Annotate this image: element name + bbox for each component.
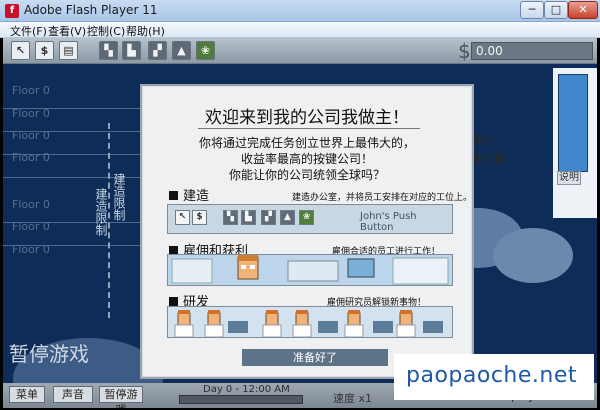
- gauge-fill: [559, 75, 587, 171]
- build-limit-text: 建造限制: [94, 188, 108, 236]
- build-office-icon: ▚: [223, 210, 238, 225]
- progress-gauge: [558, 74, 588, 172]
- floor-label: Floor 0: [12, 129, 50, 142]
- push-button-label: John's Push Button: [360, 211, 417, 233]
- hire-illustration: [167, 254, 453, 286]
- explain-button[interactable]: 说明: [557, 171, 581, 185]
- build-office-tool[interactable]: ▚: [99, 41, 118, 60]
- build-limit-text: 建造限制: [112, 173, 126, 221]
- day-progress-bar: [179, 395, 303, 404]
- build-illustration: ↖ $ ▚ ▙ ▞ ▲ ❀ John's Push Button: [167, 204, 453, 234]
- research-icon: ▲: [280, 210, 295, 225]
- side-hint-text: 由限制: [473, 152, 506, 165]
- menu-control[interactable]: 控制(C): [87, 23, 125, 39]
- researchers-illustration: [174, 310, 443, 337]
- dollar-icon: $: [192, 210, 207, 225]
- game-toolbar: ↖ $ ▤ ▚ ▙ ▞ ▲ ❀ $ 0.00: [3, 38, 597, 64]
- floor-label: Floor 0: [12, 151, 50, 164]
- research-tool[interactable]: ▲: [172, 41, 191, 60]
- side-hint-text: 限制: [473, 134, 495, 147]
- section-build-heading: 建造: [169, 185, 209, 204]
- speed-label: 速度 x1: [333, 392, 373, 405]
- research-illustration: [167, 306, 453, 338]
- welcome-dialog: 欢迎来到我的公司我做主！ 你将通过完成任务创立世界上最伟大的， 收益率最高的按键…: [140, 84, 474, 379]
- menu-help[interactable]: 帮助(H): [126, 23, 165, 39]
- menu-button[interactable]: 菜单: [9, 386, 45, 403]
- floor-label: Floor 0: [12, 107, 50, 120]
- pause-button[interactable]: 暂停游戏: [99, 386, 143, 408]
- intro-line: 你能让你的公司统领全球吗？: [228, 168, 385, 182]
- ready-button[interactable]: 准备好了: [242, 349, 388, 366]
- minimize-button[interactable]: ─: [520, 1, 544, 19]
- dollar-tool[interactable]: $: [35, 41, 54, 60]
- floor-label: Floor 0: [12, 84, 50, 97]
- maximize-button[interactable]: □: [544, 1, 568, 19]
- cursor-tool[interactable]: ↖: [11, 41, 30, 60]
- watermark-text: paopaoche.net: [406, 363, 577, 388]
- money-display: 0.00: [471, 42, 593, 60]
- section-heading-text: 建造: [183, 189, 210, 204]
- sound-button[interactable]: 声音: [53, 386, 93, 403]
- window-titlebar: f Adobe Flash Player 11 ─ □ ✕: [0, 0, 600, 22]
- floor-label: Floor 0: [12, 243, 50, 256]
- title-divider: [198, 128, 420, 129]
- menu-view[interactable]: 查看(V): [48, 23, 86, 39]
- flash-player-icon: f: [5, 4, 19, 18]
- intro-line: 你将通过完成任务创立世界上最伟大的，: [198, 136, 415, 150]
- currency-symbol: $: [458, 39, 471, 63]
- dialog-title: 欢迎来到我的公司我做主！: [205, 108, 409, 128]
- close-button[interactable]: ✕: [568, 1, 598, 19]
- plant-tool[interactable]: ❀: [196, 41, 215, 60]
- menu-file[interactable]: 文件(F): [10, 23, 47, 39]
- intro-line: 收益率最高的按键公司！: [240, 152, 373, 166]
- window-title: Adobe Flash Player 11: [24, 3, 158, 17]
- staff-icon: ▞: [261, 210, 276, 225]
- bullet-square-icon: [169, 191, 178, 200]
- floor-label: Floor 0: [12, 220, 50, 233]
- floor-label: Floor 0: [12, 198, 50, 211]
- workers-tool[interactable]: ▙: [122, 41, 141, 60]
- bullet-square-icon: [169, 297, 178, 306]
- office-worker-illustration: [171, 255, 449, 285]
- stats-panel: [553, 68, 597, 218]
- workers-icon: ▙: [241, 210, 256, 225]
- document-tool[interactable]: ▤: [59, 41, 78, 60]
- cloud-shape: [493, 228, 573, 283]
- plant-icon: ❀: [299, 210, 314, 225]
- cursor-icon: ↖: [175, 210, 190, 225]
- paused-text: 暂停游戏: [9, 342, 89, 366]
- staff-tool[interactable]: ▞: [148, 41, 167, 60]
- section-description: 建造办公室，并将员工安排在对应的工位上。: [292, 193, 473, 203]
- game-area: ↖ $ ▤ ▚ ▙ ▞ ▲ ❀ $ 0.00 Floor 0 Floor 0 F…: [3, 38, 597, 408]
- day-time-label: Day 0 - 12:00 AM: [203, 384, 290, 395]
- menu-bar: 文件(F) 查看(V) 控制(C) 帮助(H): [0, 22, 600, 38]
